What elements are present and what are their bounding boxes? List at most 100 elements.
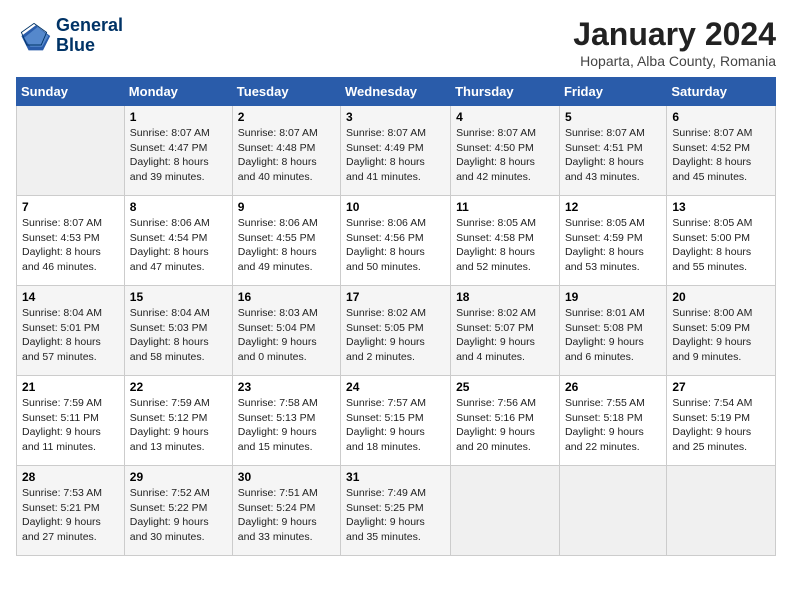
- day-cell: [17, 106, 125, 196]
- day-info: Sunrise: 8:07 AMSunset: 4:47 PMDaylight:…: [130, 126, 227, 185]
- day-cell: 31 Sunrise: 7:49 AMSunset: 5:25 PMDayligh…: [341, 466, 451, 556]
- day-cell: 15 Sunrise: 8:04 AMSunset: 5:03 PMDayligh…: [124, 286, 232, 376]
- day-number: 10: [346, 200, 445, 214]
- day-cell: 6Sunrise: 8:07 AMSunset: 4:52 PMDaylight…: [667, 106, 776, 196]
- day-number: 2: [238, 110, 335, 124]
- day-info: Sunrise: 7:51 AMSunset: 5:24 PMDaylight:…: [238, 486, 335, 545]
- header: General Blue January 2024 Hoparta, Alba …: [16, 16, 776, 69]
- logo-icon: [16, 18, 52, 54]
- day-number: 21: [22, 380, 119, 394]
- day-cell: 8 Sunrise: 8:06 AMSunset: 4:54 PMDaylight…: [124, 196, 232, 286]
- day-number: 24: [346, 380, 445, 394]
- day-info: Sunrise: 8:07 AMSunset: 4:49 PMDaylight:…: [346, 126, 445, 185]
- day-info: Sunrise: 8:04 AMSunset: 5:01 PMDaylight:…: [22, 306, 119, 365]
- day-cell: 7 Sunrise: 8:07 AMSunset: 4:53 PMDaylight…: [17, 196, 125, 286]
- header-sunday: Sunday: [17, 78, 125, 106]
- header-tuesday: Tuesday: [232, 78, 340, 106]
- day-info: Sunrise: 7:49 AMSunset: 5:25 PMDaylight:…: [346, 486, 445, 545]
- day-cell: 26 Sunrise: 7:55 AMSunset: 5:18 PMDayligh…: [559, 376, 666, 466]
- day-number: 29: [130, 470, 227, 484]
- day-cell: 1 Sunrise: 8:07 AMSunset: 4:47 PMDaylight…: [124, 106, 232, 196]
- day-cell: 19 Sunrise: 8:01 AMSunset: 5:08 PMDayligh…: [559, 286, 666, 376]
- week-row-1: 1 Sunrise: 8:07 AMSunset: 4:47 PMDaylight…: [17, 106, 776, 196]
- day-info: Sunrise: 8:03 AMSunset: 5:04 PMDaylight:…: [238, 306, 335, 365]
- day-number: 18: [456, 290, 554, 304]
- day-number: 17: [346, 290, 445, 304]
- day-cell: 10Sunrise: 8:06 AMSunset: 4:56 PMDayligh…: [341, 196, 451, 286]
- day-number: 28: [22, 470, 119, 484]
- day-info: Sunrise: 8:04 AMSunset: 5:03 PMDaylight:…: [130, 306, 227, 365]
- day-info: Sunrise: 8:07 AMSunset: 4:48 PMDaylight:…: [238, 126, 335, 185]
- day-info: Sunrise: 7:53 AMSunset: 5:21 PMDaylight:…: [22, 486, 119, 545]
- day-cell: 20 Sunrise: 8:00 AMSunset: 5:09 PMDayligh…: [667, 286, 776, 376]
- day-cell: [667, 466, 776, 556]
- day-cell: 17 Sunrise: 8:02 AMSunset: 5:05 PMDayligh…: [341, 286, 451, 376]
- header-wednesday: Wednesday: [341, 78, 451, 106]
- day-cell: 14 Sunrise: 8:04 AMSunset: 5:01 PMDayligh…: [17, 286, 125, 376]
- day-number: 8: [130, 200, 227, 214]
- day-cell: 28 Sunrise: 7:53 AMSunset: 5:21 PMDayligh…: [17, 466, 125, 556]
- day-cell: 2 Sunrise: 8:07 AMSunset: 4:48 PMDaylight…: [232, 106, 340, 196]
- logo-text: General Blue: [56, 16, 123, 56]
- day-number: 19: [565, 290, 661, 304]
- header-saturday: Saturday: [667, 78, 776, 106]
- day-info: Sunrise: 7:57 AMSunset: 5:15 PMDaylight:…: [346, 396, 445, 455]
- day-info: Sunrise: 7:58 AMSunset: 5:13 PMDaylight:…: [238, 396, 335, 455]
- logo: General Blue: [16, 16, 123, 56]
- day-info: Sunrise: 8:07 AMSunset: 4:51 PMDaylight:…: [565, 126, 661, 185]
- day-number: 31: [346, 470, 445, 484]
- header-friday: Friday: [559, 78, 666, 106]
- day-cell: 3 Sunrise: 8:07 AMSunset: 4:49 PMDaylight…: [341, 106, 451, 196]
- day-number: 26: [565, 380, 661, 394]
- day-cell: 25Sunrise: 7:56 AMSunset: 5:16 PMDayligh…: [451, 376, 560, 466]
- day-info: Sunrise: 8:02 AMSunset: 5:07 PMDaylight:…: [456, 306, 554, 365]
- day-number: 22: [130, 380, 227, 394]
- day-number: 3: [346, 110, 445, 124]
- day-cell: 18 Sunrise: 8:02 AMSunset: 5:07 PMDayligh…: [451, 286, 560, 376]
- day-number: 5: [565, 110, 661, 124]
- day-cell: 30 Sunrise: 7:51 AMSunset: 5:24 PMDayligh…: [232, 466, 340, 556]
- day-number: 7: [22, 200, 119, 214]
- day-number: 9: [238, 200, 335, 214]
- week-row-2: 7 Sunrise: 8:07 AMSunset: 4:53 PMDaylight…: [17, 196, 776, 286]
- day-info: Sunrise: 7:55 AMSunset: 5:18 PMDaylight:…: [565, 396, 661, 455]
- day-cell: 24 Sunrise: 7:57 AMSunset: 5:15 PMDayligh…: [341, 376, 451, 466]
- day-number: 11: [456, 200, 554, 214]
- day-cell: [451, 466, 560, 556]
- day-number: 15: [130, 290, 227, 304]
- day-cell: 16 Sunrise: 8:03 AMSunset: 5:04 PMDayligh…: [232, 286, 340, 376]
- day-number: 4: [456, 110, 554, 124]
- day-info: Sunrise: 8:01 AMSunset: 5:08 PMDaylight:…: [565, 306, 661, 365]
- day-number: 14: [22, 290, 119, 304]
- day-info: Sunrise: 8:05 AMSunset: 4:58 PMDaylight:…: [456, 216, 554, 275]
- day-number: 13: [672, 200, 770, 214]
- day-info: Sunrise: 8:07 AMSunset: 4:52 PMDaylight:…: [672, 126, 770, 185]
- day-cell: 29 Sunrise: 7:52 AMSunset: 5:22 PMDayligh…: [124, 466, 232, 556]
- day-info: Sunrise: 7:59 AMSunset: 5:12 PMDaylight:…: [130, 396, 227, 455]
- day-info: Sunrise: 7:52 AMSunset: 5:22 PMDaylight:…: [130, 486, 227, 545]
- calendar-table: SundayMondayTuesdayWednesdayThursdayFrid…: [16, 77, 776, 556]
- day-number: 27: [672, 380, 770, 394]
- day-cell: 21Sunrise: 7:59 AMSunset: 5:11 PMDayligh…: [17, 376, 125, 466]
- day-number: 25: [456, 380, 554, 394]
- day-number: 20: [672, 290, 770, 304]
- day-number: 12: [565, 200, 661, 214]
- day-info: Sunrise: 8:02 AMSunset: 5:05 PMDaylight:…: [346, 306, 445, 365]
- day-number: 1: [130, 110, 227, 124]
- day-number: 16: [238, 290, 335, 304]
- day-cell: 5 Sunrise: 8:07 AMSunset: 4:51 PMDaylight…: [559, 106, 666, 196]
- day-cell: 9Sunrise: 8:06 AMSunset: 4:55 PMDaylight…: [232, 196, 340, 286]
- day-cell: 22 Sunrise: 7:59 AMSunset: 5:12 PMDayligh…: [124, 376, 232, 466]
- day-info: Sunrise: 8:05 AMSunset: 5:00 PMDaylight:…: [672, 216, 770, 275]
- week-row-4: 21Sunrise: 7:59 AMSunset: 5:11 PMDayligh…: [17, 376, 776, 466]
- day-info: Sunrise: 8:06 AMSunset: 4:54 PMDaylight:…: [130, 216, 227, 275]
- week-row-5: 28 Sunrise: 7:53 AMSunset: 5:21 PMDayligh…: [17, 466, 776, 556]
- day-cell: 4 Sunrise: 8:07 AMSunset: 4:50 PMDaylight…: [451, 106, 560, 196]
- day-cell: 11 Sunrise: 8:05 AMSunset: 4:58 PMDayligh…: [451, 196, 560, 286]
- day-info: Sunrise: 8:07 AMSunset: 4:50 PMDaylight:…: [456, 126, 554, 185]
- week-row-3: 14 Sunrise: 8:04 AMSunset: 5:01 PMDayligh…: [17, 286, 776, 376]
- day-info: Sunrise: 8:00 AMSunset: 5:09 PMDaylight:…: [672, 306, 770, 365]
- day-number: 30: [238, 470, 335, 484]
- day-info: Sunrise: 8:05 AMSunset: 4:59 PMDaylight:…: [565, 216, 661, 275]
- day-info: Sunrise: 8:07 AMSunset: 4:53 PMDaylight:…: [22, 216, 119, 275]
